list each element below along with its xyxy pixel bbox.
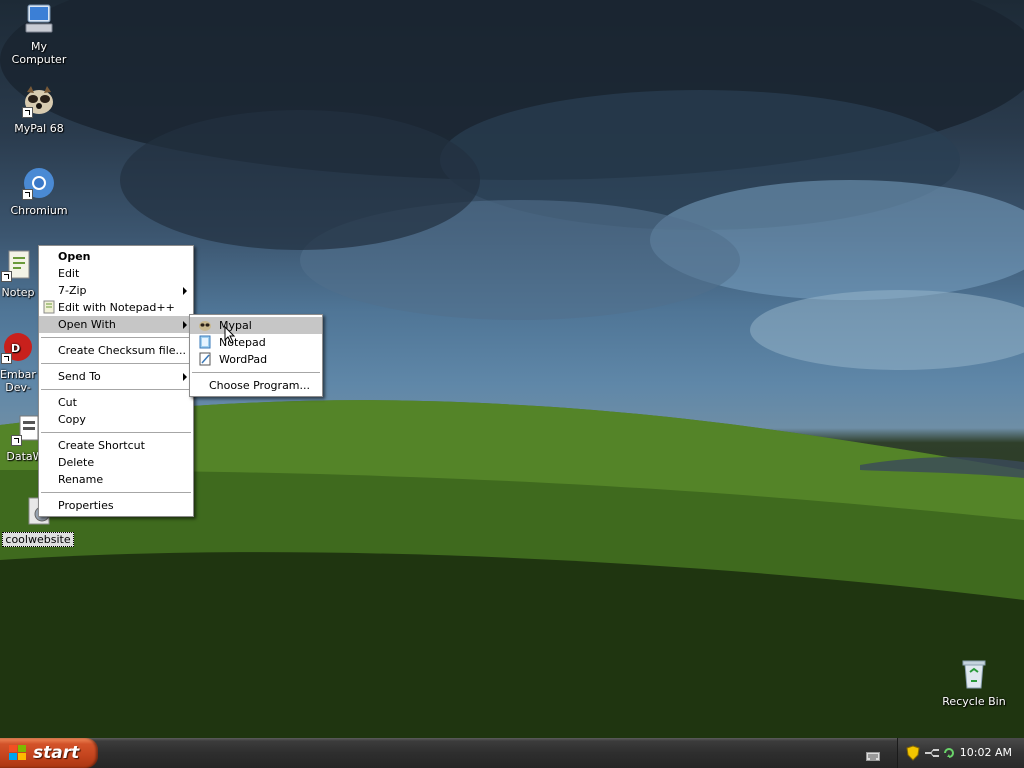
shortcut-arrow-icon <box>11 435 22 446</box>
menu-item-label: Send To <box>58 370 101 383</box>
desktop-icon-chromium[interactable]: Chromium <box>1 166 77 217</box>
desktop-icon-label: MyPal 68 <box>14 122 64 135</box>
shortcut-arrow-icon <box>1 353 12 364</box>
menu-item-delete[interactable]: Delete <box>39 454 193 471</box>
menu-item-7zip[interactable]: 7-Zip <box>39 282 193 299</box>
desktop-icon-label: coolwebsite <box>2 532 74 547</box>
menu-item-create-shortcut[interactable]: Create Shortcut <box>39 437 193 454</box>
notepad-plus-plus-icon <box>42 300 56 314</box>
menu-item-label: 7-Zip <box>58 284 87 297</box>
open-with-submenu: Mypal Notepad WordPad Choose Program... <box>189 314 323 397</box>
mypal-icon <box>198 318 212 332</box>
svg-text:D: D <box>11 342 20 355</box>
menu-item-send-to[interactable]: Send To <box>39 368 193 385</box>
desktop-icon-label: Embar <box>0 368 36 381</box>
menu-item-open[interactable]: Open <box>39 248 193 265</box>
desktop-icon-mypal[interactable]: MyPal 68 <box>1 84 77 135</box>
menu-item-copy[interactable]: Copy <box>39 411 193 428</box>
start-label: start <box>33 743 80 763</box>
menu-separator <box>41 432 191 433</box>
mypal-icon <box>22 84 56 118</box>
menu-item-rename[interactable]: Rename <box>39 471 193 488</box>
desktop-icon-label: Notep <box>1 286 35 299</box>
notepad-icon <box>198 335 212 349</box>
desktop-icon-label: My Computer <box>11 40 67 66</box>
desktop-icon-label-line2: Dev- <box>5 381 31 394</box>
system-tray: 10:02 AM <box>897 738 1024 768</box>
network-icon[interactable] <box>924 747 940 762</box>
menu-separator <box>41 492 191 493</box>
submenu-item-wordpad[interactable]: WordPad <box>190 351 322 368</box>
security-shield-icon[interactable] <box>906 745 920 764</box>
submenu-item-mypal[interactable]: Mypal <box>190 317 322 334</box>
chromium-icon <box>22 166 56 200</box>
submenu-item-notepad[interactable]: Notepad <box>190 334 322 351</box>
menu-item-open-with[interactable]: Open With <box>39 316 193 333</box>
submenu-item-choose-program[interactable]: Choose Program... <box>190 377 322 394</box>
submenu-arrow-icon <box>183 321 187 329</box>
desktop-icon-my-computer[interactable]: My Computer <box>1 2 77 66</box>
desktop-icon-label: Recycle Bin <box>942 695 1006 708</box>
menu-item-label: WordPad <box>219 353 268 366</box>
taskbar: start 10:02 AM <box>0 738 1024 768</box>
menu-separator <box>41 337 191 338</box>
submenu-arrow-icon <box>183 373 187 381</box>
menu-separator <box>41 363 191 364</box>
menu-item-edit-with-notepad-plus-plus[interactable]: Edit with Notepad++ <box>39 299 193 316</box>
desktop[interactable]: My Computer MyPal 68 Chromium Notep D Em… <box>0 0 1024 738</box>
recycle-bin-icon <box>957 657 991 691</box>
menu-item-cut[interactable]: Cut <box>39 394 193 411</box>
menu-item-label: Open With <box>58 318 116 331</box>
desktop-icon-label: Chromium <box>10 204 68 217</box>
shortcut-arrow-icon <box>22 189 33 200</box>
desktop-icon-recycle-bin[interactable]: Recycle Bin <box>936 657 1012 708</box>
clock[interactable]: 10:02 AM <box>960 746 1012 759</box>
menu-separator <box>192 372 320 373</box>
menu-separator <box>41 389 191 390</box>
shortcut-arrow-icon <box>1 271 12 282</box>
menu-item-label: Edit with Notepad++ <box>58 301 175 314</box>
menu-item-create-checksum[interactable]: Create Checksum file... <box>39 342 193 359</box>
submenu-arrow-icon <box>183 287 187 295</box>
embarcadero-devcpp-icon: D <box>1 330 35 364</box>
keyboard-icon[interactable] <box>866 747 880 761</box>
refresh-icon[interactable] <box>942 746 956 763</box>
start-button[interactable]: start <box>0 738 98 768</box>
my-computer-icon <box>22 2 56 36</box>
mouse-cursor-icon <box>224 326 236 344</box>
wordpad-icon <box>198 352 212 366</box>
windows-flag-icon <box>9 745 27 761</box>
notepad-plus-plus-icon <box>1 248 35 282</box>
menu-item-properties[interactable]: Properties <box>39 497 193 514</box>
context-menu: Open Edit 7-Zip Edit with Notepad++ Open… <box>38 245 194 517</box>
shortcut-arrow-icon <box>22 107 33 118</box>
menu-item-edit[interactable]: Edit <box>39 265 193 282</box>
